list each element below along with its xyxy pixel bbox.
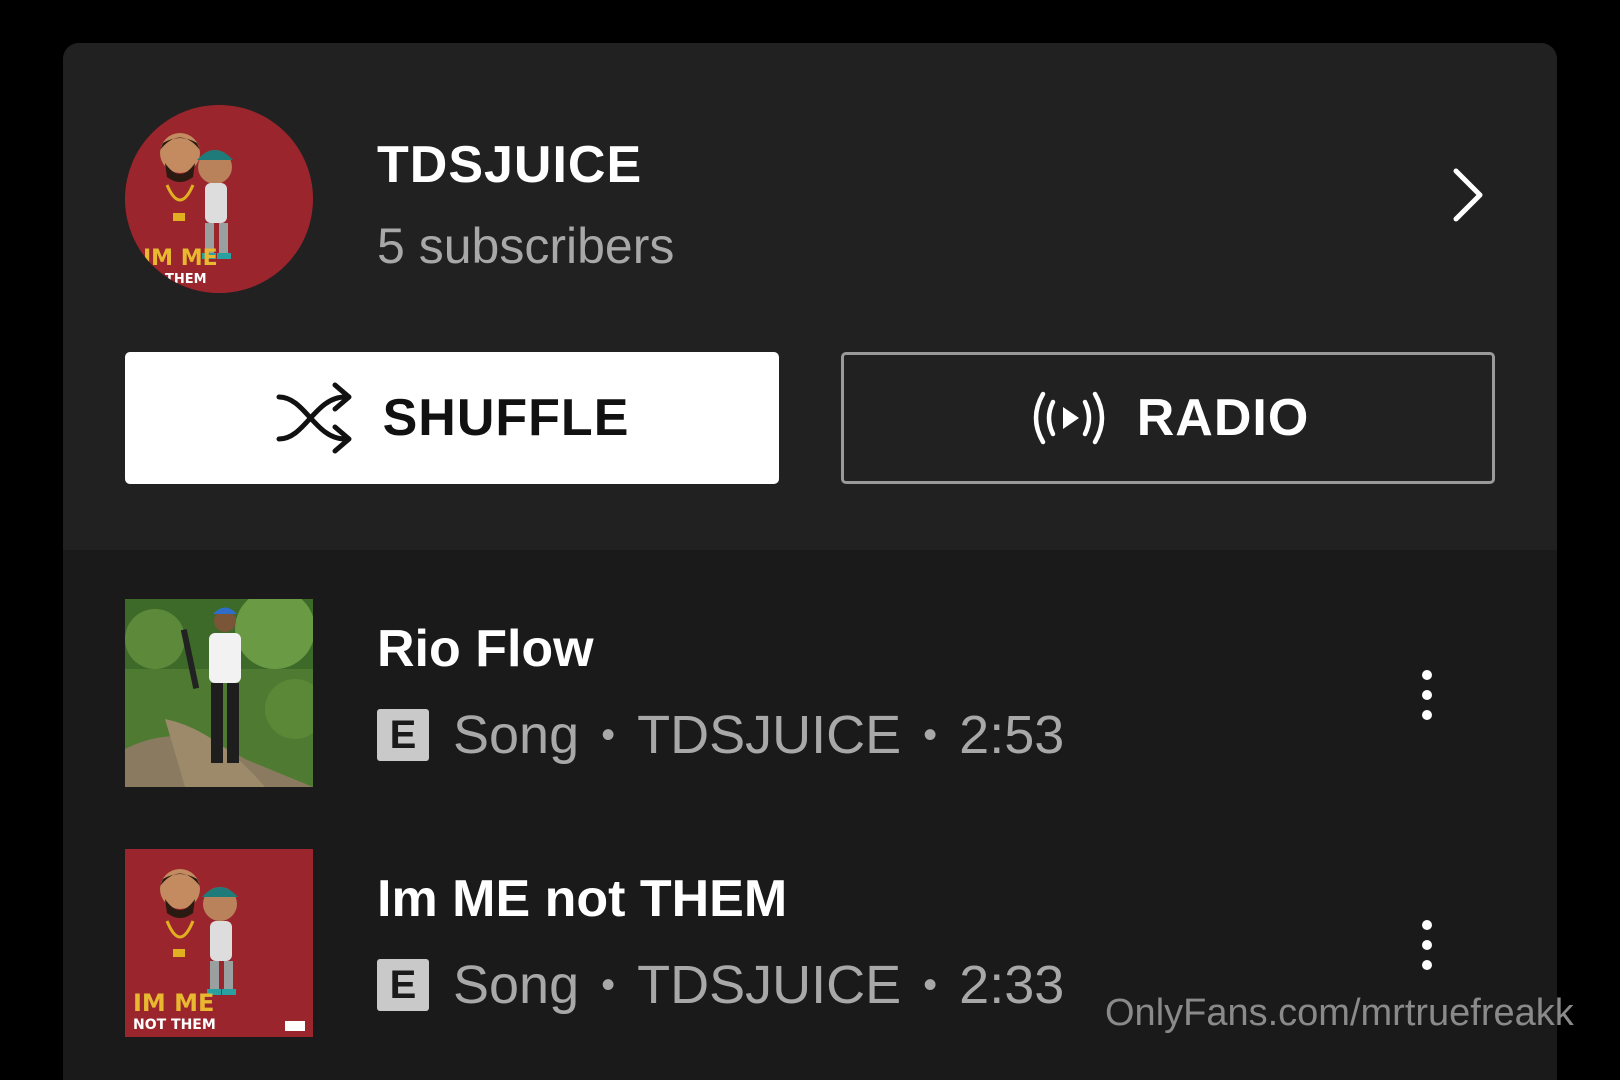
- radio-button[interactable]: RADIO: [841, 352, 1495, 484]
- radio-broadcast-icon: [1027, 388, 1111, 448]
- explicit-badge: E: [377, 709, 429, 761]
- song-title[interactable]: Im ME not THEM: [377, 869, 787, 929]
- shuffle-icon: [275, 381, 357, 455]
- avatar-caption-1: IM ME: [143, 246, 218, 271]
- song-artist: TDSJUICE: [637, 955, 902, 1015]
- subscriber-count: 5 subscribers: [377, 218, 675, 274]
- artist-card: IM ME THEM TDSJUICE 5 subscribers SHUFFL…: [63, 43, 1557, 1080]
- shuffle-button[interactable]: SHUFFLE: [125, 352, 779, 484]
- song-type: Song: [453, 955, 580, 1015]
- shuffle-label: SHUFFLE: [382, 389, 630, 447]
- song-type: Song: [453, 705, 580, 765]
- avatar-artwork-icon: IM ME THEM: [125, 105, 313, 293]
- song-thumbnail: IM ME NOT THEM: [125, 849, 313, 1037]
- watermark: OnlyFans.com/mrtruefreakk: [1105, 992, 1574, 1034]
- song-duration: 2:33: [959, 955, 1065, 1015]
- chevron-right-icon[interactable]: [1448, 165, 1488, 225]
- explicit-badge: E: [377, 959, 429, 1011]
- song-meta: E Song • TDSJUICE • 2:33: [377, 955, 1064, 1015]
- song-artist: TDSJUICE: [637, 705, 902, 765]
- more-options-icon[interactable]: [1412, 919, 1442, 971]
- artist-header: IM ME THEM TDSJUICE 5 subscribers SHUFFL…: [63, 43, 1557, 550]
- song-thumbnail: [125, 599, 313, 787]
- song-duration: 2:53: [959, 705, 1065, 765]
- separator-dot: •: [601, 962, 616, 1007]
- song-row[interactable]: Rio Flow E Song • TDSJUICE • 2:53: [63, 599, 1557, 787]
- separator-dot: •: [601, 712, 616, 757]
- artist-avatar[interactable]: IM ME THEM: [125, 105, 313, 293]
- thumb-caption-2: NOT THEM: [133, 1017, 216, 1033]
- separator-dot: •: [923, 712, 938, 757]
- photo-thumbnail-icon: [125, 599, 313, 787]
- song-meta: E Song • TDSJUICE • 2:53: [377, 705, 1064, 765]
- radio-label: RADIO: [1136, 389, 1310, 447]
- thumb-caption-1: IM ME: [133, 989, 214, 1017]
- artist-name[interactable]: TDSJUICE: [377, 135, 642, 195]
- separator-dot: •: [923, 962, 938, 1007]
- song-title[interactable]: Rio Flow: [377, 619, 594, 679]
- avatar-caption-2: THEM: [165, 272, 207, 287]
- more-options-icon[interactable]: [1412, 669, 1442, 721]
- album-artwork-icon: IM ME NOT THEM: [125, 849, 313, 1037]
